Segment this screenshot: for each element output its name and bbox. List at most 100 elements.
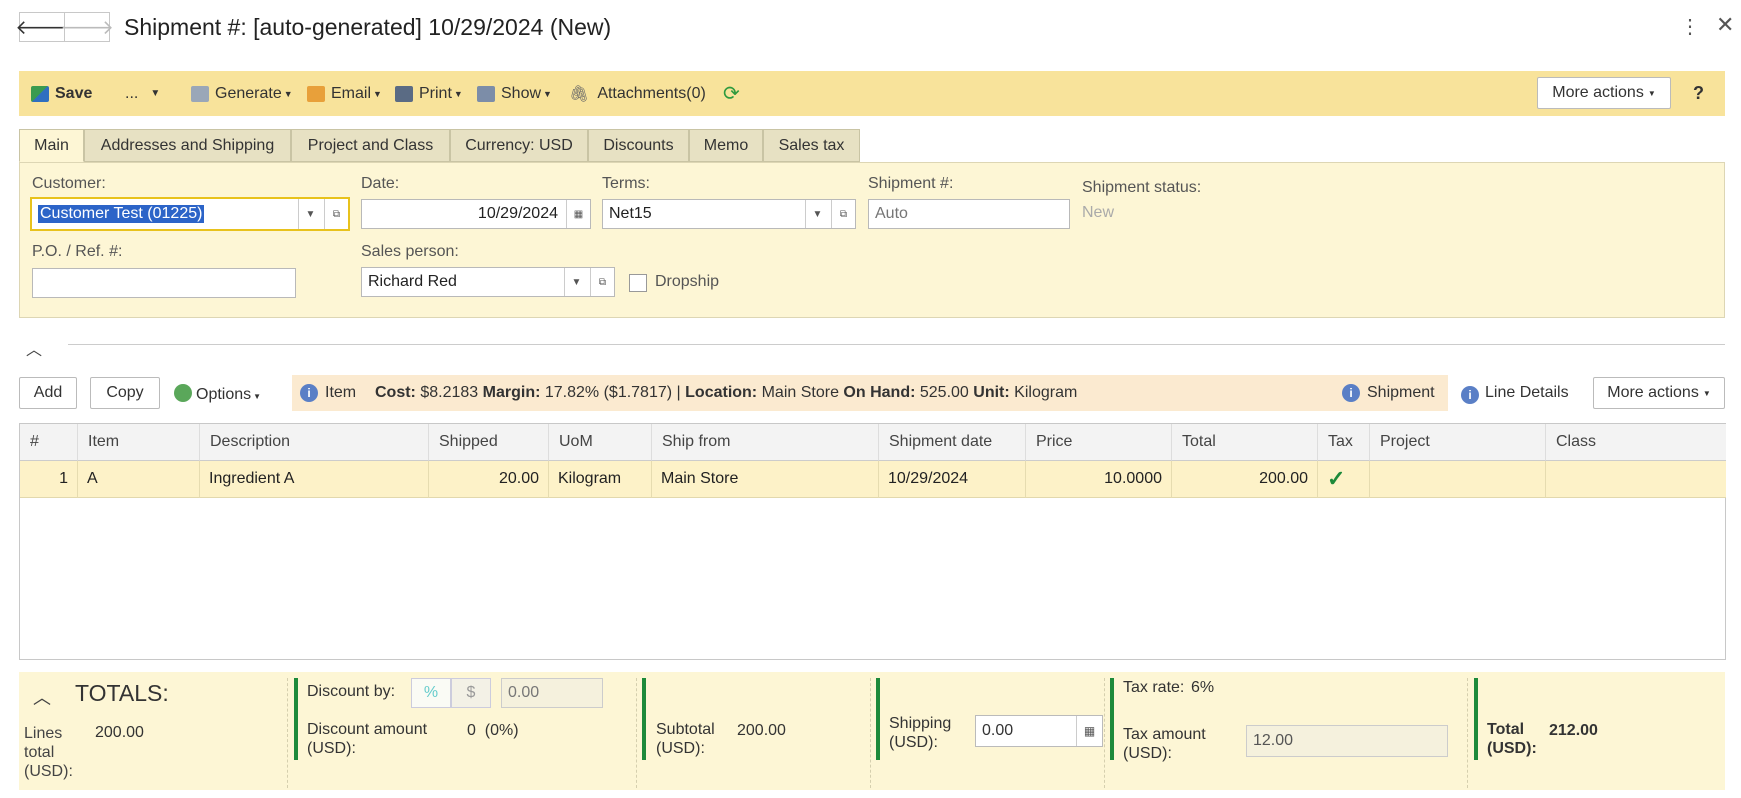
discount-amount-value: 0 (0%) bbox=[467, 722, 519, 739]
cell-item[interactable]: A bbox=[78, 461, 200, 498]
chevron-down-icon[interactable]: ▼ bbox=[805, 200, 829, 228]
caret-down-icon: ▼ bbox=[150, 88, 161, 99]
page-title: Shipment #: [auto-generated] 10/29/2024 … bbox=[124, 14, 612, 40]
column-header-price[interactable]: Price bbox=[1026, 424, 1172, 461]
more-save-options-button[interactable]: ... ▼ bbox=[125, 71, 160, 116]
separator bbox=[870, 678, 871, 788]
cell-uom[interactable]: Kilogram bbox=[549, 461, 652, 498]
column-header-item[interactable]: Item bbox=[78, 424, 200, 461]
accent-bar bbox=[1110, 678, 1114, 760]
generate-button[interactable]: Generate ▼ bbox=[191, 71, 293, 116]
info-icon: i bbox=[300, 384, 318, 402]
dropship-checkbox[interactable] bbox=[629, 274, 647, 292]
cell-ship-from[interactable]: Main Store bbox=[652, 461, 879, 498]
shipping-input[interactable]: 0.00 ▦ bbox=[975, 715, 1103, 747]
column-header-description[interactable]: Description bbox=[200, 424, 429, 461]
chevron-down-icon[interactable]: ▼ bbox=[298, 199, 322, 229]
discount-dollar-toggle[interactable]: $ bbox=[451, 678, 491, 708]
discount-by-input[interactable]: 0.00 bbox=[501, 678, 603, 708]
sales-person-label: Sales person: bbox=[361, 243, 459, 260]
close-icon[interactable]: ✕ bbox=[1716, 12, 1734, 38]
column-header-number[interactable]: # bbox=[20, 424, 78, 461]
options-button[interactable]: Options ▼ bbox=[174, 384, 261, 404]
kebab-menu-icon[interactable]: ⋮ bbox=[1680, 14, 1700, 39]
chevron-down-icon[interactable]: ▼ bbox=[564, 268, 588, 296]
info-icon: i bbox=[1342, 384, 1360, 402]
forward-button[interactable]: 🡒 bbox=[60, 12, 114, 42]
shipment-number-input[interactable] bbox=[868, 199, 1070, 229]
po-ref-label: P.O. / Ref. #: bbox=[32, 243, 123, 260]
tab-addresses-and-shipping[interactable]: Addresses and Shipping bbox=[84, 129, 291, 162]
cell-number[interactable]: 1 bbox=[20, 461, 78, 498]
tab-project-and-class[interactable]: Project and Class bbox=[291, 129, 450, 162]
cell-price[interactable]: 10.0000 bbox=[1026, 461, 1172, 498]
line-details-link[interactable]: i Line Details bbox=[1461, 384, 1569, 404]
cell-project[interactable] bbox=[1370, 461, 1546, 498]
toolbar: Save ... ▼ Generate ▼ Email ▼ Print ▼ Show ▼ … bbox=[19, 71, 1725, 116]
attachments-button[interactable]: 🖇 Attachments(0) bbox=[569, 71, 706, 116]
open-link-icon[interactable]: ⧉ bbox=[831, 200, 855, 228]
open-link-icon[interactable]: ⧉ bbox=[324, 199, 348, 229]
add-button[interactable]: Add bbox=[19, 377, 77, 409]
email-icon bbox=[307, 85, 325, 102]
column-header-project[interactable]: Project bbox=[1370, 424, 1546, 461]
customer-field[interactable]: Customer Test (01225) ▼ ⧉ bbox=[30, 197, 350, 231]
caret-down-icon: ▼ bbox=[373, 88, 382, 99]
column-header-ship-from[interactable]: Ship from bbox=[652, 424, 879, 461]
tab-currency[interactable]: Currency: USD bbox=[450, 129, 588, 162]
terms-field[interactable]: Net15 ▼ ⧉ bbox=[602, 199, 856, 229]
cell-shipped[interactable]: 20.00 bbox=[429, 461, 549, 498]
column-header-class[interactable]: Class bbox=[1546, 424, 1726, 461]
date-field[interactable]: 10/29/2024 ▦ bbox=[361, 199, 591, 229]
help-button[interactable]: ? bbox=[1693, 71, 1704, 116]
column-header-uom[interactable]: UoM bbox=[549, 424, 652, 461]
total-value: 212.00 bbox=[1549, 722, 1598, 739]
print-button[interactable]: Print ▼ bbox=[395, 71, 463, 116]
cell-total[interactable]: 200.00 bbox=[1172, 461, 1318, 498]
show-button[interactable]: Show ▼ bbox=[477, 71, 552, 116]
tax-checkmark-icon[interactable]: ✓ bbox=[1318, 461, 1370, 498]
generate-icon bbox=[191, 85, 209, 102]
back-button[interactable]: 🡐 bbox=[15, 12, 69, 42]
discount-by-label: Discount by: bbox=[307, 683, 396, 700]
caret-down-icon: ▼ bbox=[543, 88, 552, 99]
save-button[interactable]: Save bbox=[31, 71, 92, 116]
open-link-icon[interactable]: ⧉ bbox=[590, 268, 614, 296]
cell-shipment-date[interactable]: 10/29/2024 bbox=[879, 461, 1026, 498]
tab-sales-tax[interactable]: Sales tax bbox=[763, 129, 860, 162]
discount-amount-label: Discount amount (USD): bbox=[307, 721, 428, 757]
tax-amount-input[interactable]: 12.00 bbox=[1246, 725, 1448, 757]
sales-person-field[interactable]: Richard Red ▼ ⧉ bbox=[361, 267, 615, 297]
email-button[interactable]: Email ▼ bbox=[307, 71, 382, 116]
copy-button[interactable]: Copy bbox=[90, 377, 160, 409]
column-header-tax[interactable]: Tax bbox=[1318, 424, 1370, 461]
more-actions-button[interactable]: More actions ▼ bbox=[1537, 77, 1671, 109]
item-info-link[interactable]: Item bbox=[325, 384, 356, 402]
tab-main[interactable]: Main bbox=[19, 129, 84, 162]
shipping-label: Shipping (USD): bbox=[889, 715, 952, 751]
tab-memo[interactable]: Memo bbox=[689, 129, 763, 162]
separator bbox=[1467, 678, 1468, 788]
customer-value: Customer Test (01225) bbox=[38, 205, 205, 223]
arrow-right-icon: 🡒 bbox=[60, 16, 114, 39]
column-header-total[interactable]: Total bbox=[1172, 424, 1318, 461]
tab-discounts[interactable]: Discounts bbox=[588, 129, 689, 162]
item-info-bar: i Item Cost: $8.2183 Margin: 17.82% ($1.… bbox=[292, 375, 1448, 411]
calculator-icon[interactable]: ▦ bbox=[1076, 716, 1102, 746]
item-info-text: Cost: $8.2183 Margin: 17.82% ($1.7817) |… bbox=[375, 384, 1078, 401]
grid-more-actions-button[interactable]: More actions ▼ bbox=[1593, 377, 1725, 409]
shipment-info-link[interactable]: Shipment bbox=[1367, 384, 1435, 402]
shipment-lines-grid: # Item Description Shipped UoM Ship from… bbox=[19, 423, 1726, 660]
column-header-shipment-date[interactable]: Shipment date bbox=[879, 424, 1026, 461]
po-ref-input[interactable] bbox=[32, 268, 296, 298]
cell-description[interactable]: Ingredient A bbox=[200, 461, 429, 498]
discount-percent-toggle[interactable]: % bbox=[411, 678, 451, 708]
collapse-chevron-up-icon[interactable]: ︿ bbox=[26, 336, 42, 360]
refresh-icon[interactable]: ⟳ bbox=[723, 71, 740, 116]
cell-class[interactable] bbox=[1546, 461, 1726, 498]
column-header-shipped[interactable]: Shipped bbox=[429, 424, 549, 461]
calendar-icon[interactable]: ▦ bbox=[566, 200, 590, 228]
collapse-totals-chevron-up-icon[interactable]: ︿ bbox=[33, 684, 51, 710]
main-form-panel: Customer: Customer Test (01225) ▼ ⧉ Date… bbox=[19, 162, 1725, 318]
caret-down-icon: ▼ bbox=[453, 88, 463, 99]
